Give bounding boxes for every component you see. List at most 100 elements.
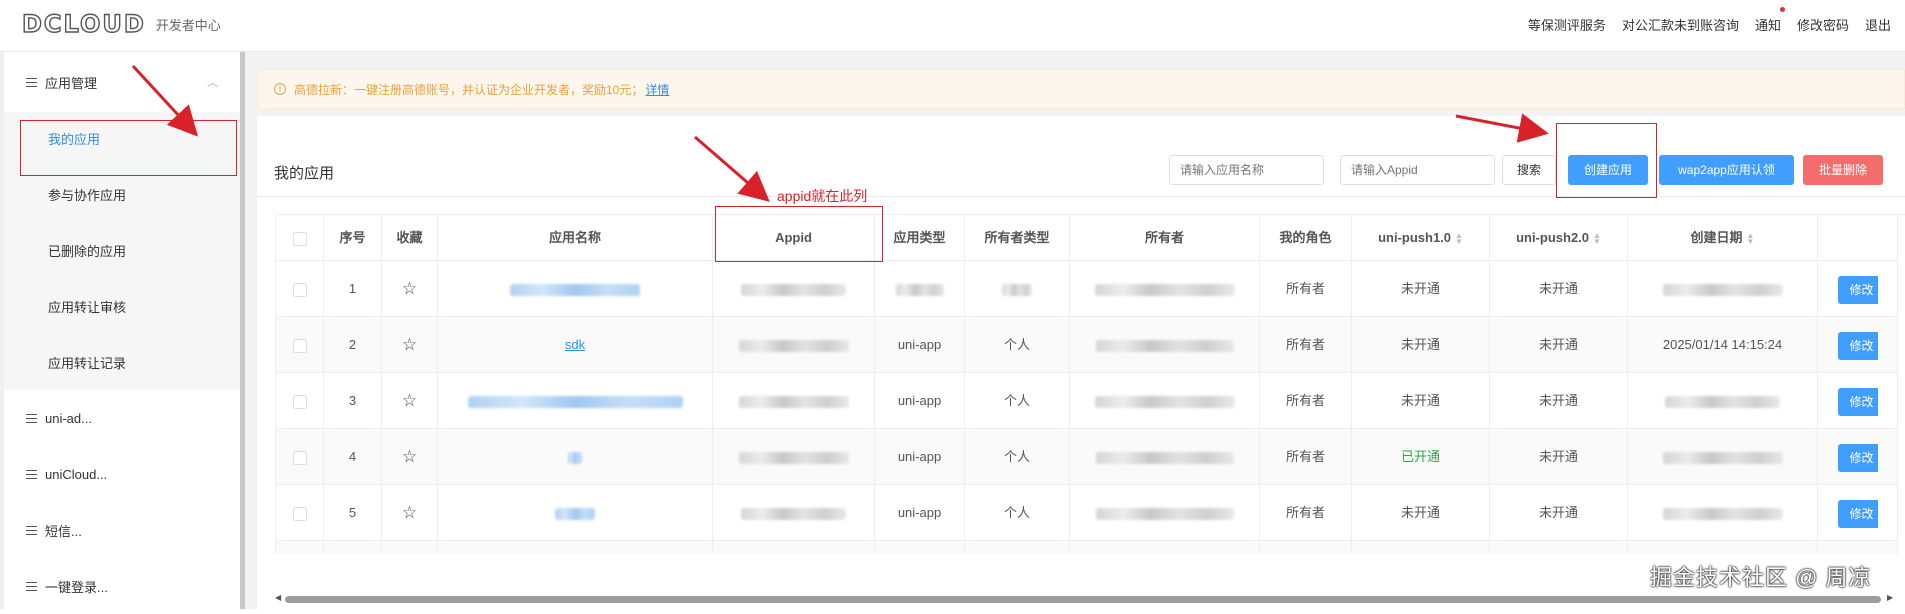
cell-index: 6: [324, 541, 382, 554]
app-name-link[interactable]: sdk: [565, 337, 585, 352]
cell-actions: 修改: [1818, 261, 1898, 317]
cell-app-name[interactable]: sdk: [438, 317, 713, 373]
star-icon[interactable]: ☆: [402, 279, 417, 298]
link-notifications[interactable]: 通知: [1755, 7, 1785, 34]
redacted-value: [568, 451, 582, 464]
cell-owner: [1070, 485, 1260, 541]
cell-index: 5: [324, 485, 382, 541]
promo-banner: ! 高德拉新：一键注册高德账号，并认证为企业开发者，奖励10元； 详情: [257, 69, 1905, 109]
star-icon[interactable]: ☆: [402, 335, 417, 354]
sidebar-group-uni-ad[interactable]: uni-ad...: [4, 390, 240, 446]
banner-details-link[interactable]: 详情: [645, 81, 669, 98]
col-uni-push-1[interactable]: uni-push1.0 ▲ ▼: [1352, 215, 1490, 261]
sidebar-group-app-management[interactable]: 应用管理 ︿: [4, 54, 240, 110]
table-header: 序号 收藏 应用名称 Appid 应用类型 所有者类型 所有者 我的角色 uni…: [276, 215, 1898, 261]
sidebar-group-label: 一键登录...: [45, 579, 108, 595]
sidebar-item-transfer-records[interactable]: 应用转让记录: [4, 336, 240, 392]
redacted-value: [1094, 283, 1235, 296]
cell-uni-push-2: 未开通: [1490, 261, 1628, 317]
star-icon[interactable]: ☆: [402, 391, 417, 410]
cell-owner: [1070, 429, 1260, 485]
redacted-value: [1662, 283, 1783, 296]
cell-app-name[interactable]: [438, 373, 713, 429]
col-actions: [1818, 215, 1898, 261]
sidebar-group-unicloud[interactable]: uniCloud...: [4, 446, 240, 502]
row-checkbox[interactable]: [292, 338, 307, 353]
edit-button[interactable]: 修改: [1837, 275, 1878, 304]
cell-create-date: [1628, 429, 1818, 485]
row-select-cell: [276, 485, 324, 541]
batch-delete-button[interactable]: 批量删除: [1803, 155, 1883, 185]
cell-app-name[interactable]: [438, 429, 713, 485]
col-uni-push-2[interactable]: uni-push2.0 ▲ ▼: [1490, 215, 1628, 261]
table-row: 2 ☆ sdk uni-app 个人 所有者 未开通 未开通 2025/01/14 14:15:…: [276, 317, 1898, 373]
list-icon: [26, 581, 37, 591]
cell-create-date: 2025/01/14 14:15:24: [1628, 317, 1818, 373]
row-checkbox[interactable]: [292, 506, 307, 521]
link-logout[interactable]: 退出: [1865, 15, 1891, 34]
link-remittance-inquiry[interactable]: 对公汇款未到账咨询: [1622, 15, 1739, 34]
cell-actions: 修改: [1818, 429, 1898, 485]
highlight-box-create-app: [1556, 123, 1657, 198]
redacted-value: [895, 283, 944, 296]
select-all-cell: [276, 215, 324, 261]
cell-create-date: [1628, 541, 1818, 554]
row-select-cell: [276, 429, 324, 485]
scroll-left-icon[interactable]: ◀: [275, 593, 281, 602]
cell-my-role: 所有者: [1260, 429, 1352, 485]
cell-index: 2: [324, 317, 382, 373]
col-favorite: 收藏: [382, 215, 438, 261]
cell-app-name[interactable]: [438, 541, 713, 554]
app-name-search-input[interactable]: [1169, 155, 1324, 185]
cell-uni-push-2: 未开通: [1490, 429, 1628, 485]
sidebar-item-transfer-review[interactable]: 应用转让审核: [4, 280, 240, 336]
watermark: 掘金技术社区 @ 周凉: [1650, 565, 1872, 590]
edit-button[interactable]: 修改: [1837, 331, 1878, 360]
cell-app-name[interactable]: [438, 261, 713, 317]
col-app-type: 应用类型: [875, 215, 965, 261]
select-all-checkbox[interactable]: [292, 231, 307, 246]
sidebar-item-deleted-apps[interactable]: 已删除的应用: [4, 224, 240, 280]
cell-owner: [1070, 317, 1260, 373]
col-owner: 所有者: [1070, 215, 1260, 261]
scroll-right-icon[interactable]: ▶: [1887, 593, 1893, 602]
sidebar-group-one-click-login[interactable]: 一键登录...: [4, 558, 240, 614]
redacted-value: [555, 507, 595, 520]
cell-appid: [713, 261, 875, 317]
row-checkbox[interactable]: [292, 450, 307, 465]
row-checkbox[interactable]: [292, 394, 307, 409]
link-change-password[interactable]: 修改密码: [1797, 15, 1849, 34]
redacted-value: [1002, 283, 1032, 296]
scrollbar-thumb[interactable]: [285, 596, 1881, 603]
row-checkbox[interactable]: [292, 282, 307, 297]
cell-owner: [1070, 261, 1260, 317]
redacted-value: [738, 339, 849, 352]
list-icon: [26, 469, 37, 479]
sidebar-group-sms[interactable]: 短信...: [4, 502, 240, 558]
cell-favorite: ☆: [382, 541, 438, 554]
star-icon[interactable]: ☆: [402, 503, 417, 522]
cell-favorite: ☆: [382, 261, 438, 317]
logo-text: DCLOUD: [21, 9, 146, 38]
link-security-evaluation[interactable]: 等保测评服务: [1528, 15, 1606, 34]
appid-search-input[interactable]: [1340, 155, 1495, 185]
table-horizontal-scrollbar[interactable]: ◀ ▶: [275, 593, 1905, 604]
cell-index: 3: [324, 373, 382, 429]
edit-button[interactable]: 修改: [1837, 499, 1878, 528]
sidebar-group-label: uni-ad...: [45, 410, 92, 426]
dcloud-logo[interactable]: DCLOUD 开发者中心: [21, 9, 221, 38]
edit-button[interactable]: 修改: [1837, 387, 1878, 416]
cell-app-name[interactable]: [438, 485, 713, 541]
col-create-date[interactable]: 创建日期 ▲ ▼: [1628, 215, 1818, 261]
sidebar-item-collab-apps[interactable]: 参与协作应用: [4, 168, 240, 224]
wap2app-claim-button[interactable]: wap2app应用认领: [1659, 155, 1794, 185]
highlight-box-my-apps: [20, 120, 237, 176]
cell-uni-push-2: 未开通: [1490, 541, 1628, 554]
search-button[interactable]: 搜索: [1502, 155, 1556, 185]
cell-app-type: [875, 261, 965, 317]
cell-appid: [713, 373, 875, 429]
table-row: 6☆uni-app个人所有者未开通未开通修改: [276, 541, 1898, 554]
star-icon[interactable]: ☆: [402, 447, 417, 466]
row-select-cell: [276, 317, 324, 373]
edit-button[interactable]: 修改: [1837, 443, 1878, 472]
